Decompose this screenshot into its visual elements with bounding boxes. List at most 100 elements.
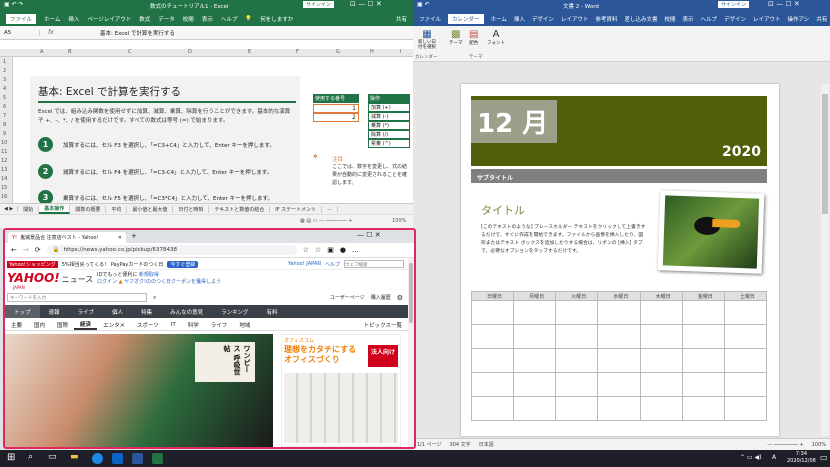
nav-opinions[interactable]: みんなの意見 bbox=[161, 308, 212, 316]
clock[interactable]: 7:34 2020/12/08 bbox=[787, 451, 816, 465]
col-H[interactable]: H bbox=[370, 49, 374, 55]
row-2[interactable]: 2 bbox=[3, 68, 6, 74]
col-A[interactable]: A bbox=[40, 49, 43, 55]
doc-title[interactable]: タイトル bbox=[481, 202, 525, 218]
refresh-icon[interactable]: ⟳ bbox=[35, 246, 41, 254]
search-icon[interactable]: ⌕ bbox=[153, 294, 156, 302]
subnav-economy[interactable]: 経済 bbox=[74, 320, 98, 330]
op-cell[interactable]: 加算 (+) bbox=[368, 103, 410, 112]
word-icon[interactable] bbox=[132, 453, 143, 464]
year-label[interactable]: 2020 bbox=[722, 144, 761, 160]
row-16[interactable]: 16 bbox=[1, 194, 7, 200]
office-ad[interactable]: オフィスコム 理想をカタチにする オフィスづくり 法人向け bbox=[281, 334, 401, 447]
row-15[interactable]: 15 bbox=[1, 185, 7, 191]
gear-icon[interactable]: ⚙ bbox=[397, 294, 403, 302]
excel-zoom-level[interactable]: 100% bbox=[392, 218, 406, 224]
edge-icon[interactable] bbox=[92, 453, 103, 464]
sheet-tab[interactable]: 開始 bbox=[18, 205, 40, 213]
word-zoom-level[interactable]: 100% bbox=[812, 442, 826, 448]
close-tab-icon[interactable]: ✕ bbox=[118, 235, 122, 241]
topics-list-link[interactable]: トピックス一覧 bbox=[358, 321, 408, 329]
tab-references[interactable]: 参考資料 bbox=[595, 15, 617, 23]
tab-help[interactable]: ヘルプ bbox=[700, 15, 717, 23]
more-icon[interactable]: … bbox=[352, 246, 359, 254]
subnav-sports[interactable]: スポーツ bbox=[131, 321, 165, 329]
url-field[interactable]: 🔒 https://news.yahoo.co.jp/pickup/637843… bbox=[46, 245, 297, 255]
tab-file[interactable]: ファイル bbox=[6, 13, 37, 24]
col-E[interactable]: E bbox=[248, 49, 251, 55]
subnav-domestic[interactable]: 国内 bbox=[28, 321, 51, 329]
char-count[interactable]: 304 文字 bbox=[450, 441, 471, 448]
window-controls[interactable]: ⊡ — ☐ ✕ bbox=[768, 0, 800, 8]
collections-icon[interactable]: ▣ bbox=[327, 246, 334, 254]
tab-table-layout[interactable]: レイアウト bbox=[753, 15, 781, 23]
col-I[interactable]: I bbox=[400, 49, 401, 55]
month-label[interactable]: 12 月 bbox=[471, 100, 557, 143]
page-count[interactable]: 1/1 ページ bbox=[417, 441, 442, 448]
keyword-search-input[interactable] bbox=[7, 293, 147, 302]
web-search-input[interactable] bbox=[344, 260, 404, 268]
subnav-region[interactable]: 地域 bbox=[233, 321, 256, 329]
theme-button[interactable]: ▩ テーマ bbox=[449, 29, 463, 46]
calendar-grid[interactable]: 日曜日 月曜日 火曜日 水曜日 木曜日 金曜日 土曜日 bbox=[470, 291, 768, 421]
row-14[interactable]: 14 bbox=[1, 176, 7, 182]
tab-help[interactable]: ヘルプ bbox=[221, 15, 238, 23]
subnav-entertainment[interactable]: エンタメ bbox=[97, 321, 131, 329]
tab-home[interactable]: ホーム bbox=[491, 15, 507, 23]
op-cell[interactable]: 乗算 (*) bbox=[368, 121, 410, 130]
nav-top[interactable]: トップ bbox=[5, 305, 40, 318]
col-G[interactable]: G bbox=[336, 49, 340, 55]
op-cell[interactable]: 除算 (/) bbox=[368, 130, 410, 139]
profile-icon[interactable]: ● bbox=[340, 246, 346, 254]
tab-formulas[interactable]: 数式 bbox=[139, 15, 150, 23]
name-box[interactable]: A5 bbox=[0, 29, 40, 36]
new-date-button[interactable]: ▦ 新しい日付を選択 bbox=[417, 29, 437, 50]
sheet-tab[interactable]: 平均 bbox=[106, 205, 128, 213]
signup-link[interactable]: 新規取得 bbox=[139, 272, 159, 278]
mail-icon[interactable] bbox=[112, 453, 123, 464]
share-button[interactable]: 共有 bbox=[396, 15, 407, 23]
star-icon[interactable]: ☆ bbox=[303, 246, 309, 254]
help-link[interactable]: ヘルプ bbox=[325, 261, 340, 268]
sheet-tab[interactable]: 最小値と最大値 bbox=[127, 205, 174, 213]
row-8[interactable]: 8 bbox=[3, 122, 6, 128]
subnav-main[interactable]: 主要 bbox=[5, 321, 28, 329]
tab-insert[interactable]: 挿入 bbox=[514, 15, 525, 23]
back-icon[interactable]: ← bbox=[11, 246, 17, 254]
document-page[interactable]: 12 月 2020 サブタイトル タイトル [このテキストのような] プレースホ… bbox=[461, 84, 779, 436]
save-icon[interactable]: ▣ ↶ bbox=[417, 1, 430, 8]
nav-flash[interactable]: 速報 bbox=[40, 308, 69, 316]
yahoo-japan-link[interactable]: Yahoo! JAPAN bbox=[288, 261, 321, 267]
share-button[interactable]: 共有 bbox=[816, 15, 827, 23]
row-1[interactable]: 1 bbox=[3, 59, 6, 65]
tray-icons[interactable]: ⌃ ▭ ◀) bbox=[740, 454, 761, 461]
col-B[interactable]: B bbox=[68, 49, 71, 55]
sheet-tab[interactable]: 関数の概要 bbox=[70, 205, 107, 213]
tab-view[interactable]: 表示 bbox=[202, 15, 213, 23]
notification-icon[interactable]: ▭ bbox=[820, 453, 828, 462]
col-D[interactable]: D bbox=[188, 49, 192, 55]
tab-view[interactable]: 表示 bbox=[682, 15, 693, 23]
tab-insert[interactable]: 挿入 bbox=[68, 15, 79, 23]
col-F[interactable]: F bbox=[296, 49, 299, 55]
word-signin-button[interactable]: サインイン bbox=[718, 1, 750, 8]
row-9[interactable]: 9 bbox=[3, 131, 6, 137]
history-link[interactable]: 購入履歴 bbox=[371, 294, 391, 301]
new-tab-button[interactable]: + bbox=[131, 232, 137, 240]
tab-calendar[interactable]: カレンダー bbox=[448, 13, 484, 24]
windows-start-icon[interactable]: ⊞ bbox=[7, 452, 15, 463]
favorites-icon[interactable]: ☆ bbox=[315, 246, 321, 254]
formula-input[interactable]: 基本: Excel で計算を実行する bbox=[100, 29, 175, 37]
row-13[interactable]: 13 bbox=[1, 167, 7, 173]
row-3[interactable]: 3 bbox=[3, 77, 6, 83]
nav-paid[interactable]: 有料 bbox=[257, 308, 286, 316]
sheet-tab-active[interactable]: 基本操作 bbox=[39, 204, 71, 214]
row-7[interactable]: 7 bbox=[3, 113, 6, 119]
sheet-more-button[interactable]: ... bbox=[322, 206, 338, 212]
scroll-thumb[interactable] bbox=[409, 263, 413, 323]
tab-mailings[interactable]: 差し込み文書 bbox=[624, 15, 657, 23]
subnav-life[interactable]: ライフ bbox=[205, 321, 234, 329]
zoom-slider[interactable]: — ──────── + bbox=[767, 442, 803, 448]
toucan-photo[interactable] bbox=[657, 190, 765, 274]
view-icons[interactable]: ▦ ▤ ▭ — ─────── + bbox=[300, 218, 352, 224]
